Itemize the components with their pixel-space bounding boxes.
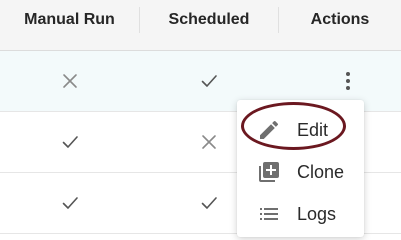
table-header: Manual Run Scheduled Actions [0, 0, 401, 51]
check-icon [62, 197, 78, 209]
actions-menu: Edit Clone Logs [237, 100, 364, 237]
list-icon [260, 208, 278, 220]
menu-item-label: Logs [297, 204, 337, 224]
manual-run-cell [0, 173, 139, 233]
cross-icon [202, 135, 216, 149]
header-scheduled[interactable]: Scheduled [140, 0, 278, 50]
pencil-icon [260, 120, 279, 139]
menu-item-edit[interactable]: Edit [237, 109, 364, 151]
header-manual-run[interactable]: Manual Run [0, 0, 139, 50]
clone-icon [259, 162, 279, 182]
manual-run-cell [0, 51, 139, 111]
menu-item-clone[interactable]: Clone [237, 151, 364, 193]
menu-item-logs[interactable]: Logs [237, 193, 364, 235]
check-icon [201, 75, 217, 87]
manual-run-cell [0, 112, 139, 172]
check-icon [62, 136, 78, 148]
menu-item-label: Clone [297, 162, 345, 182]
menu-item-label: Edit [297, 120, 329, 140]
header-actions: Actions [310, 11, 370, 28]
cross-icon [62, 74, 77, 88]
check-icon [201, 197, 217, 209]
more-vert-icon[interactable] [336, 69, 360, 93]
